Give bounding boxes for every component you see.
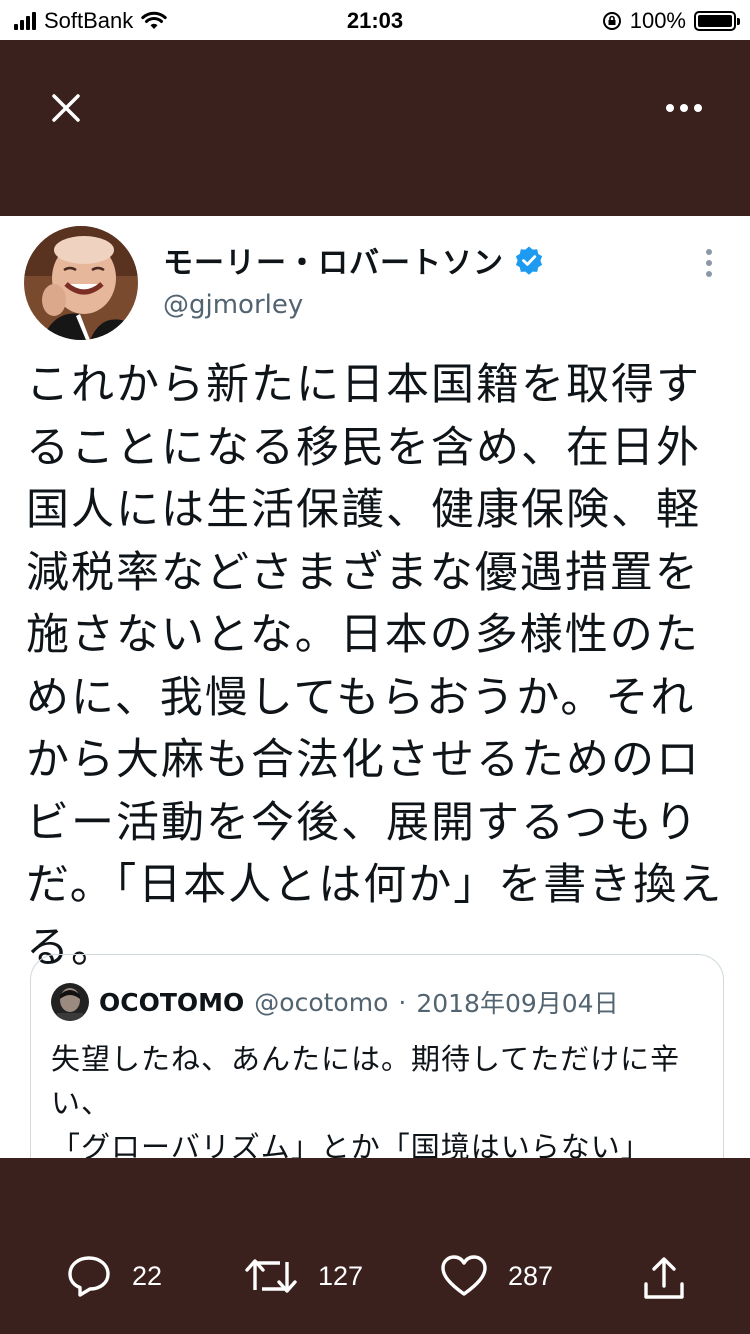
battery-percent: 100% bbox=[629, 8, 686, 33]
battery-icon bbox=[694, 11, 740, 31]
quoted-text-line: 失望したね、あんたには。期待してただけに辛い、 bbox=[51, 1042, 681, 1120]
reply-button[interactable]: 22 bbox=[66, 1254, 162, 1298]
avatar[interactable] bbox=[24, 226, 138, 340]
author-handle[interactable]: @gjmorley bbox=[163, 290, 303, 320]
heart-icon bbox=[441, 1255, 487, 1296]
tweet-text: これから新たに日本国籍を取得することになる移民を含め、在日外国人には生活保護、健… bbox=[26, 360, 724, 973]
quoted-text-line: 「グローバリズム」とか「国境はいらない」 bbox=[51, 1130, 651, 1158]
tweet-card: モーリー・ロバートソン @gjmorley これから新たに日本国籍を取得すること… bbox=[0, 216, 750, 1158]
quoted-separator: · bbox=[398, 987, 407, 1017]
rotation-lock-icon bbox=[602, 12, 621, 30]
status-right: 100% bbox=[602, 8, 740, 34]
quoted-tweet-text: 失望したね、あんたには。期待してただけに辛い、 「グローバリズム」とか「国境はい… bbox=[51, 1037, 701, 1158]
quoted-author-handle: @ocotomo bbox=[254, 987, 389, 1017]
display-name[interactable]: モーリー・ロバートソン bbox=[163, 238, 504, 282]
status-bar: SoftBank 21:03 100% bbox=[0, 0, 750, 40]
close-icon[interactable] bbox=[46, 88, 86, 128]
more-vertical-icon[interactable] bbox=[702, 246, 716, 280]
more-horizontal-icon[interactable] bbox=[662, 90, 706, 126]
share-icon bbox=[644, 1257, 684, 1299]
share-button[interactable] bbox=[640, 1254, 688, 1302]
retweet-icon bbox=[245, 1259, 297, 1293]
author-name-row: モーリー・ロバートソン bbox=[163, 238, 544, 282]
quoted-avatar bbox=[51, 983, 89, 1021]
like-button[interactable]: 287 bbox=[440, 1254, 553, 1298]
verified-badge-icon bbox=[515, 246, 543, 275]
retweet-button[interactable]: 127 bbox=[244, 1254, 363, 1298]
quoted-tweet[interactable]: OCOTOMO @ocotomo · 2018年09月04日 失望したね、あんた… bbox=[30, 954, 724, 1158]
media-viewer-header bbox=[0, 40, 750, 216]
reply-count: 22 bbox=[132, 1260, 163, 1291]
like-count: 287 bbox=[508, 1260, 554, 1291]
reply-icon bbox=[68, 1256, 110, 1297]
quoted-date: 2018年09月04日 bbox=[416, 989, 619, 1018]
quoted-author-name: OCOTOMO bbox=[99, 987, 245, 1017]
retweet-count: 127 bbox=[318, 1260, 364, 1291]
media-viewer-actions: 22 127 287 bbox=[0, 1158, 750, 1334]
quoted-tweet-header: OCOTOMO @ocotomo · 2018年09月04日 bbox=[51, 983, 619, 1021]
